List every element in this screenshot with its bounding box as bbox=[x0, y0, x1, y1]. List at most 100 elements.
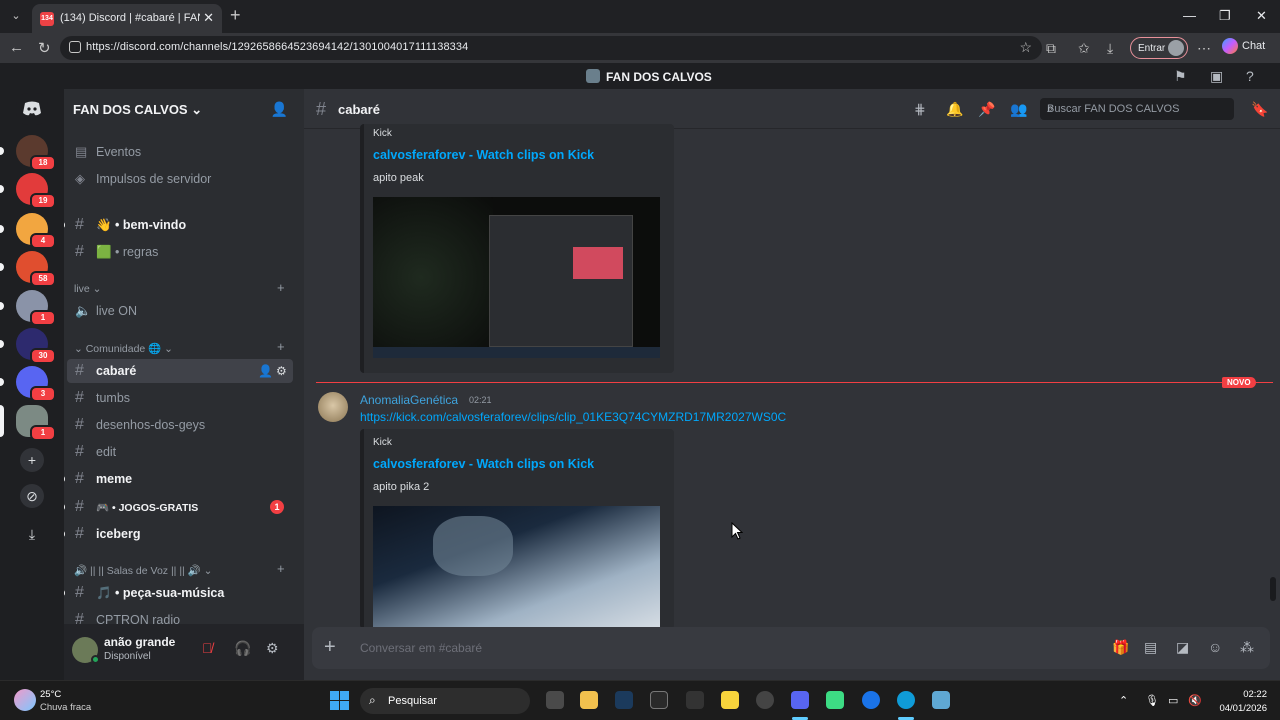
server-header[interactable]: FAN DOS CALVOS ⌄ 👤 bbox=[64, 89, 304, 129]
events-item[interactable]: ▤ Eventos bbox=[67, 140, 293, 164]
help-icon[interactable]: ? bbox=[1246, 68, 1254, 84]
embed-thumbnail[interactable] bbox=[373, 506, 660, 629]
flag-icon[interactable]: ⚑ bbox=[1174, 68, 1187, 85]
text-channel-icon: # bbox=[75, 362, 84, 379]
microphone-icon[interactable]: 🎙 bbox=[1145, 694, 1159, 707]
site-info-icon[interactable] bbox=[69, 41, 81, 53]
app-icon[interactable] bbox=[686, 691, 704, 709]
sign-in-button[interactable]: Entrar bbox=[1130, 37, 1188, 59]
android-icon[interactable] bbox=[826, 691, 844, 709]
boosts-item[interactable]: ◈ Impulsos de servidor bbox=[67, 167, 293, 191]
search-input[interactable]: Buscar FAN DOS CALVOS ⌕ bbox=[1040, 98, 1234, 120]
tab-list-chevron-icon[interactable]: ⌄ bbox=[6, 6, 26, 26]
app-icon[interactable] bbox=[932, 691, 950, 709]
threads-icon[interactable]: ⋕ bbox=[914, 101, 926, 118]
app-icon[interactable] bbox=[862, 691, 880, 709]
gif-icon[interactable]: ▤ bbox=[1144, 639, 1157, 656]
username[interactable]: anão grande bbox=[104, 635, 175, 649]
voice-channel-live-on[interactable]: 🔈 live ON bbox=[67, 299, 293, 323]
headphones-icon[interactable]: 🎧 bbox=[234, 640, 251, 657]
more-menu-icon[interactable]: ⋯ bbox=[1197, 40, 1211, 57]
channel-edit[interactable]: # edit bbox=[67, 440, 293, 464]
server-unread-pip bbox=[0, 405, 4, 437]
browser-tab[interactable]: 134 (134) Discord | #cabaré | FAN DOS ✕ bbox=[32, 4, 222, 33]
message-composer[interactable]: + Conversar em #cabaré 🎁 ▤ ◪ ☺ ⁂ bbox=[312, 627, 1270, 669]
extensions-icon[interactable]: ⧉ bbox=[1046, 40, 1056, 57]
sticker-icon[interactable]: ◪ bbox=[1176, 639, 1189, 656]
favorite-star-icon[interactable]: ☆ bbox=[1019, 39, 1032, 56]
invite-people-icon[interactable]: 👤 bbox=[271, 101, 288, 118]
server-rail: + ⊘ ⤓ 18 19 4 58 1 30 3 1 bbox=[0, 89, 64, 680]
obs-icon[interactable] bbox=[756, 691, 774, 709]
attach-plus-icon[interactable]: + bbox=[324, 636, 336, 659]
discord-taskbar-icon[interactable] bbox=[791, 691, 809, 709]
refresh-icon[interactable]: ↻ bbox=[38, 39, 51, 57]
address-bar[interactable]: https://discord.com/channels/12926586645… bbox=[60, 36, 1042, 60]
downloads-icon[interactable]: ⤓ bbox=[1107, 40, 1113, 57]
channel-tumbs[interactable]: # tumbs bbox=[67, 386, 293, 410]
avatar[interactable] bbox=[318, 392, 348, 422]
volume-muted-icon[interactable]: 🔇 bbox=[1188, 694, 1202, 707]
message-author[interactable]: AnomaliaGenética bbox=[360, 393, 458, 407]
embed-description: apito pika 2 bbox=[373, 481, 430, 493]
user-settings-icon[interactable]: ⚙ bbox=[266, 640, 279, 657]
channel-peca-sua-musica[interactable]: # 🎵 • peça-sua-música bbox=[64, 581, 293, 605]
inbox-bookmark-icon[interactable]: 🔖 bbox=[1251, 101, 1268, 118]
weather-desc[interactable]: Chuva fraca bbox=[40, 702, 91, 713]
system-clock[interactable]: 02:22 04/01/2026 bbox=[1215, 689, 1267, 714]
channel-jogos-gratis[interactable]: # 🎮 • JOGOS-GRATIS 1 bbox=[64, 495, 293, 519]
pinned-messages-icon[interactable]: 📌 bbox=[978, 101, 995, 118]
steam-icon[interactable] bbox=[615, 691, 633, 709]
task-view-icon[interactable] bbox=[546, 691, 564, 709]
tray-chevron-icon[interactable]: ⌃ bbox=[1119, 694, 1128, 707]
channel-iceberg[interactable]: # iceberg bbox=[64, 522, 293, 546]
windows-start-icon[interactable] bbox=[330, 691, 349, 710]
create-channel-icon[interactable]: + bbox=[277, 339, 285, 354]
channel-regras[interactable]: # 🟩 • regras bbox=[67, 240, 293, 264]
message-link[interactable]: https://kick.com/calvosferaforev/clips/c… bbox=[360, 410, 786, 424]
duck-app-icon[interactable] bbox=[721, 691, 739, 709]
gift-icon[interactable]: 🎁 bbox=[1112, 639, 1129, 656]
minimize-icon[interactable]: — bbox=[1183, 8, 1196, 23]
channel-bem-vindo[interactable]: # 👋 • bem-vindo bbox=[64, 213, 293, 237]
copilot-chat-button[interactable]: Chat bbox=[1222, 38, 1265, 54]
explore-icon[interactable]: ⊘ bbox=[20, 484, 44, 508]
mic-muted-icon[interactable]: 🎙̸ bbox=[202, 640, 213, 656]
channel-settings-icon[interactable]: ⚙ bbox=[276, 364, 287, 378]
edge-icon[interactable] bbox=[897, 691, 915, 709]
channel-desenhos[interactable]: # desenhos-dos-geys bbox=[67, 413, 293, 437]
category-voz[interactable]: 🔊 || || Salas de Voz || || 🔊 ⌄ bbox=[74, 564, 212, 577]
inbox-icon[interactable]: ▣ bbox=[1210, 68, 1223, 85]
file-explorer-icon[interactable] bbox=[580, 691, 598, 709]
taskbar-search[interactable]: ⌕ Pesquisar bbox=[360, 688, 530, 714]
weather-icon[interactable] bbox=[14, 689, 36, 711]
new-tab-icon[interactable]: + bbox=[230, 5, 241, 26]
embed-title-link[interactable]: calvosferaforev - Watch clips on Kick bbox=[373, 457, 594, 471]
favorites-icon[interactable]: ✩ bbox=[1078, 40, 1090, 57]
category-live[interactable]: live ⌄ bbox=[74, 283, 101, 295]
download-apps-icon[interactable]: ⤓ bbox=[20, 522, 44, 546]
channel-cabare[interactable]: # cabaré 👤 ⚙ bbox=[67, 359, 293, 383]
category-comunidade[interactable]: ⌄ Comunidade 🌐 ⌄ bbox=[74, 342, 173, 355]
weather-temp[interactable]: 25°C bbox=[40, 689, 61, 700]
discord-home-icon[interactable] bbox=[16, 93, 48, 125]
create-invite-icon[interactable]: 👤 bbox=[258, 364, 273, 378]
scrollbar-thumb[interactable] bbox=[1270, 577, 1276, 601]
epic-games-icon[interactable] bbox=[650, 691, 668, 709]
tab-close-icon[interactable]: ✕ bbox=[203, 10, 214, 26]
apps-icon[interactable]: ⁂ bbox=[1240, 639, 1254, 656]
restore-icon[interactable]: ❐ bbox=[1219, 8, 1231, 24]
network-icon[interactable]: ▭ bbox=[1168, 694, 1178, 707]
create-channel-icon[interactable]: + bbox=[277, 561, 285, 576]
embed-title-link[interactable]: calvosferaforev - Watch clips on Kick bbox=[373, 148, 594, 162]
embed-thumbnail[interactable] bbox=[373, 197, 660, 358]
create-channel-icon[interactable]: + bbox=[277, 280, 285, 295]
emoji-icon[interactable]: ☺ bbox=[1208, 639, 1222, 655]
back-icon[interactable]: ← bbox=[9, 39, 24, 56]
url-text[interactable]: https://discord.com/channels/12926586645… bbox=[86, 41, 468, 53]
channel-meme[interactable]: # meme bbox=[64, 467, 293, 491]
close-window-icon[interactable]: ✕ bbox=[1256, 8, 1267, 24]
member-list-icon[interactable]: 👥 bbox=[1010, 101, 1027, 118]
add-server-icon[interactable]: + bbox=[20, 448, 44, 472]
notification-bell-icon[interactable]: 🔔 bbox=[946, 101, 963, 118]
